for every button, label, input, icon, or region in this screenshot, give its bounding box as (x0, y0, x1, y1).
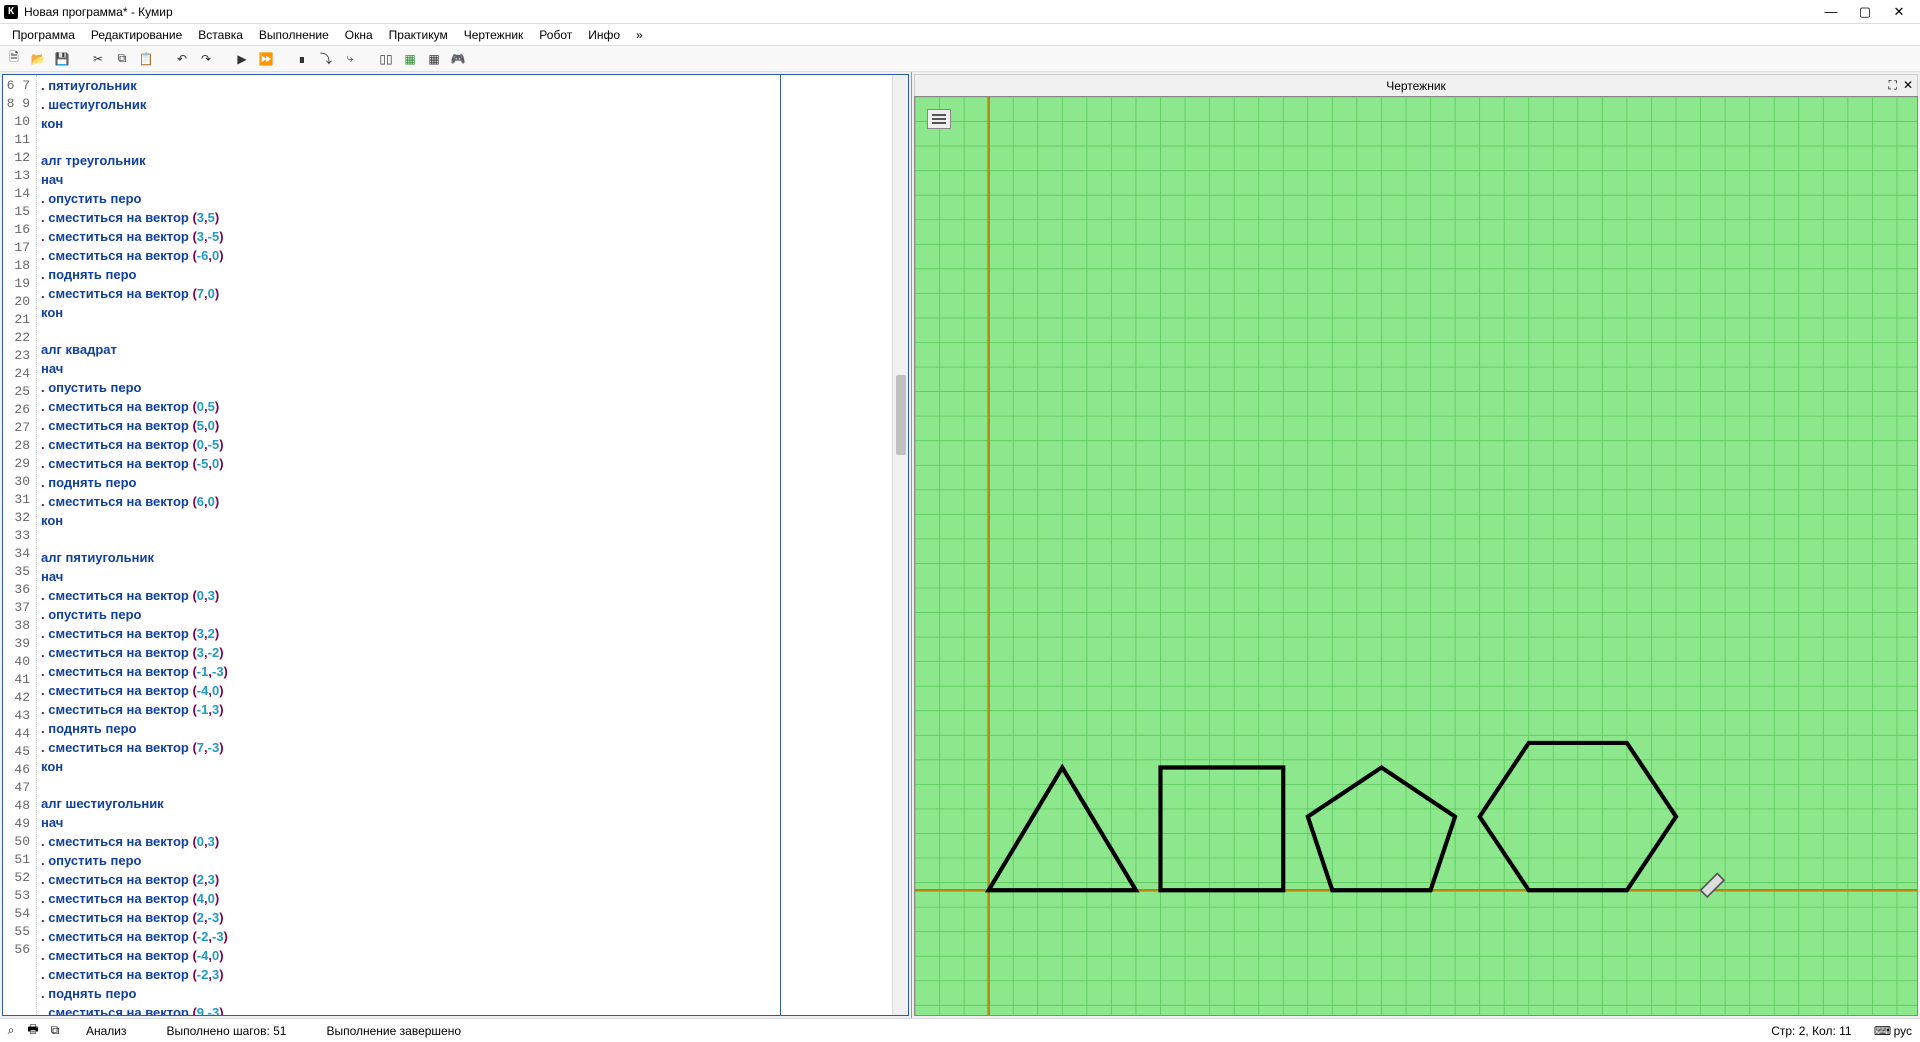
menu-item[interactable]: Программа (4, 28, 83, 42)
menu-bar: ПрограммаРедактированиеВставкаВыполнение… (0, 24, 1920, 46)
code-editor[interactable]: 6 7 8 9 10 11 12 13 14 15 16 17 18 19 20… (2, 74, 909, 1016)
workspace: 6 7 8 9 10 11 12 13 14 15 16 17 18 19 20… (0, 72, 1920, 1018)
editor-pane: 6 7 8 9 10 11 12 13 14 15 16 17 18 19 20… (0, 72, 912, 1018)
pane-close-icon[interactable]: ✕ (1903, 78, 1913, 93)
drawing-canvas[interactable] (914, 96, 1918, 1016)
toolbar: 🗎 📂 💾 ✂ ⧉ 📋 ↶ ↷ ▶ ⏩ ∎ ⤵ ⤷ ▯▯ ▦ ▦ 🎮 (0, 46, 1920, 72)
status-keyboard-icon[interactable]: ⌨ (1872, 1024, 1894, 1038)
run-icon[interactable]: ▶ (232, 49, 252, 69)
status-copy-icon[interactable]: ⧉ (44, 1023, 66, 1038)
new-file-icon[interactable]: 🗎 (4, 49, 24, 69)
status-spellcheck-icon[interactable]: ⌕ (0, 1023, 22, 1038)
layout2-icon[interactable]: ▦ (400, 49, 420, 69)
status-position: Стр: 2, Кол: 11 (1751, 1024, 1871, 1038)
status-print-icon[interactable]: 🖶 (22, 1020, 44, 1041)
robot-icon[interactable]: 🎮 (448, 49, 468, 69)
window-title: Новая программа* - Кумир (24, 5, 1814, 19)
canvas-title-bar: Чертежник ⛶ ✕ (914, 74, 1918, 96)
menu-item[interactable]: Практикум (381, 28, 456, 42)
run-fast-icon[interactable]: ⏩ (256, 49, 276, 69)
line-gutter: 6 7 8 9 10 11 12 13 14 15 16 17 18 19 20… (3, 75, 37, 1015)
step-over-icon[interactable]: ⤷ (340, 49, 360, 69)
canvas-title: Чертежник (1386, 79, 1446, 93)
step-in-icon[interactable]: ⤵ (316, 49, 336, 69)
editor-side-column (780, 75, 892, 1015)
close-button[interactable]: ✕ (1882, 4, 1916, 20)
open-file-icon[interactable]: 📂 (28, 49, 48, 69)
drawer-pane: Чертежник ⛶ ✕ (914, 74, 1918, 1016)
layout3-icon[interactable]: ▦ (424, 49, 444, 69)
app-logo-icon: К (4, 5, 18, 19)
menu-item[interactable]: » (628, 28, 651, 42)
menu-item[interactable]: Робот (531, 28, 580, 42)
minimize-button[interactable]: — (1814, 4, 1848, 19)
scrollbar-thumb[interactable] (896, 375, 906, 455)
pane-maximize-icon[interactable]: ⛶ (1889, 78, 1897, 93)
menu-item[interactable]: Инфо (580, 28, 628, 42)
menu-item[interactable]: Чертежник (456, 28, 532, 42)
status-done: Выполнение завершено (306, 1024, 481, 1038)
stop-icon[interactable]: ∎ (292, 49, 312, 69)
layout1-icon[interactable]: ▯▯ (376, 49, 396, 69)
paste-icon[interactable]: 📋 (136, 49, 156, 69)
redo-icon[interactable]: ↷ (196, 49, 216, 69)
undo-icon[interactable]: ↶ (172, 49, 192, 69)
editor-scrollbar[interactable] (892, 75, 908, 1015)
menu-item[interactable]: Редактирование (83, 28, 190, 42)
maximize-button[interactable]: ▢ (1848, 4, 1882, 20)
canvas-menu-icon[interactable] (927, 109, 951, 129)
menu-item[interactable]: Выполнение (251, 28, 337, 42)
status-bar: ⌕ 🖶 ⧉ Анализ Выполнено шагов: 51 Выполне… (0, 1018, 1920, 1042)
title-bar: К Новая программа* - Кумир — ▢ ✕ (0, 0, 1920, 24)
status-language: рус (1894, 1024, 1920, 1038)
copy-icon[interactable]: ⧉ (112, 49, 132, 69)
status-analysis: Анализ (66, 1024, 147, 1038)
code-area[interactable]: . пятиугольник . шестиугольник кон алг т… (37, 75, 780, 1015)
status-steps: Выполнено шагов: 51 (147, 1024, 307, 1038)
menu-item[interactable]: Окна (337, 28, 381, 42)
menu-item[interactable]: Вставка (190, 28, 251, 42)
save-file-icon[interactable]: 💾 (52, 49, 72, 69)
cut-icon[interactable]: ✂ (88, 49, 108, 69)
